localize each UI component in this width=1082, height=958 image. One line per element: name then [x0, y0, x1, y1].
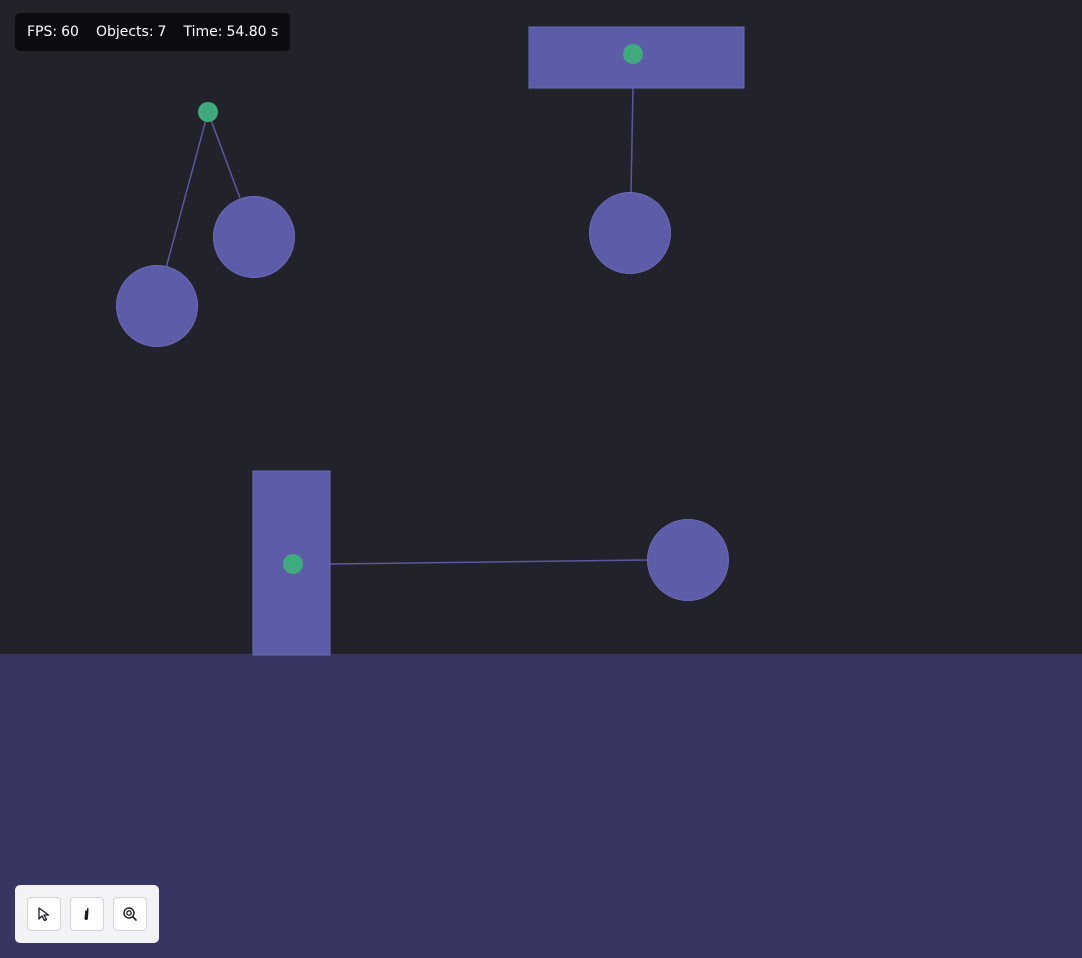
constraint-line — [165, 111, 209, 269]
objects-label: Objects: — [95, 24, 154, 40]
stats-hud: FPS: 60 Objects: 7 Time: 54.80 s — [15, 13, 291, 51]
zoom-icon — [123, 907, 137, 921]
anchor-point[interactable] — [198, 102, 218, 122]
fps-stat: FPS: 60 — [27, 24, 79, 40]
objects-stat: Objects: 7 — [96, 24, 167, 40]
objects-value: 7 — [157, 24, 167, 40]
constraint-line — [630, 87, 634, 194]
constraint-line — [329, 559, 649, 565]
hand-icon — [84, 908, 89, 920]
anchor-point[interactable] — [623, 44, 643, 64]
time-label: Time: — [183, 24, 223, 40]
fps-value: 60 — [61, 24, 79, 40]
time-stat: Time: 54.80 s — [183, 24, 278, 40]
select-tool-button[interactable] — [27, 897, 61, 931]
grab-tool-button[interactable] — [70, 897, 104, 931]
circle-body[interactable] — [647, 519, 729, 601]
ground — [0, 654, 1082, 958]
constraint-line — [207, 111, 241, 199]
physics-canvas[interactable] — [0, 0, 1082, 958]
time-value: 54.80 s — [226, 24, 279, 40]
physics-stage[interactable]: FPS: 60 Objects: 7 Time: 54.80 s — [0, 0, 1082, 958]
anchor-point[interactable] — [283, 554, 303, 574]
circle-body[interactable] — [589, 192, 671, 274]
tool-palette — [15, 885, 159, 943]
circle-body[interactable] — [116, 265, 198, 347]
cursor-arrow-icon — [38, 907, 50, 922]
zoom-tool-button[interactable] — [113, 897, 147, 931]
fps-label: FPS: — [27, 24, 58, 40]
circle-body[interactable] — [213, 196, 295, 278]
